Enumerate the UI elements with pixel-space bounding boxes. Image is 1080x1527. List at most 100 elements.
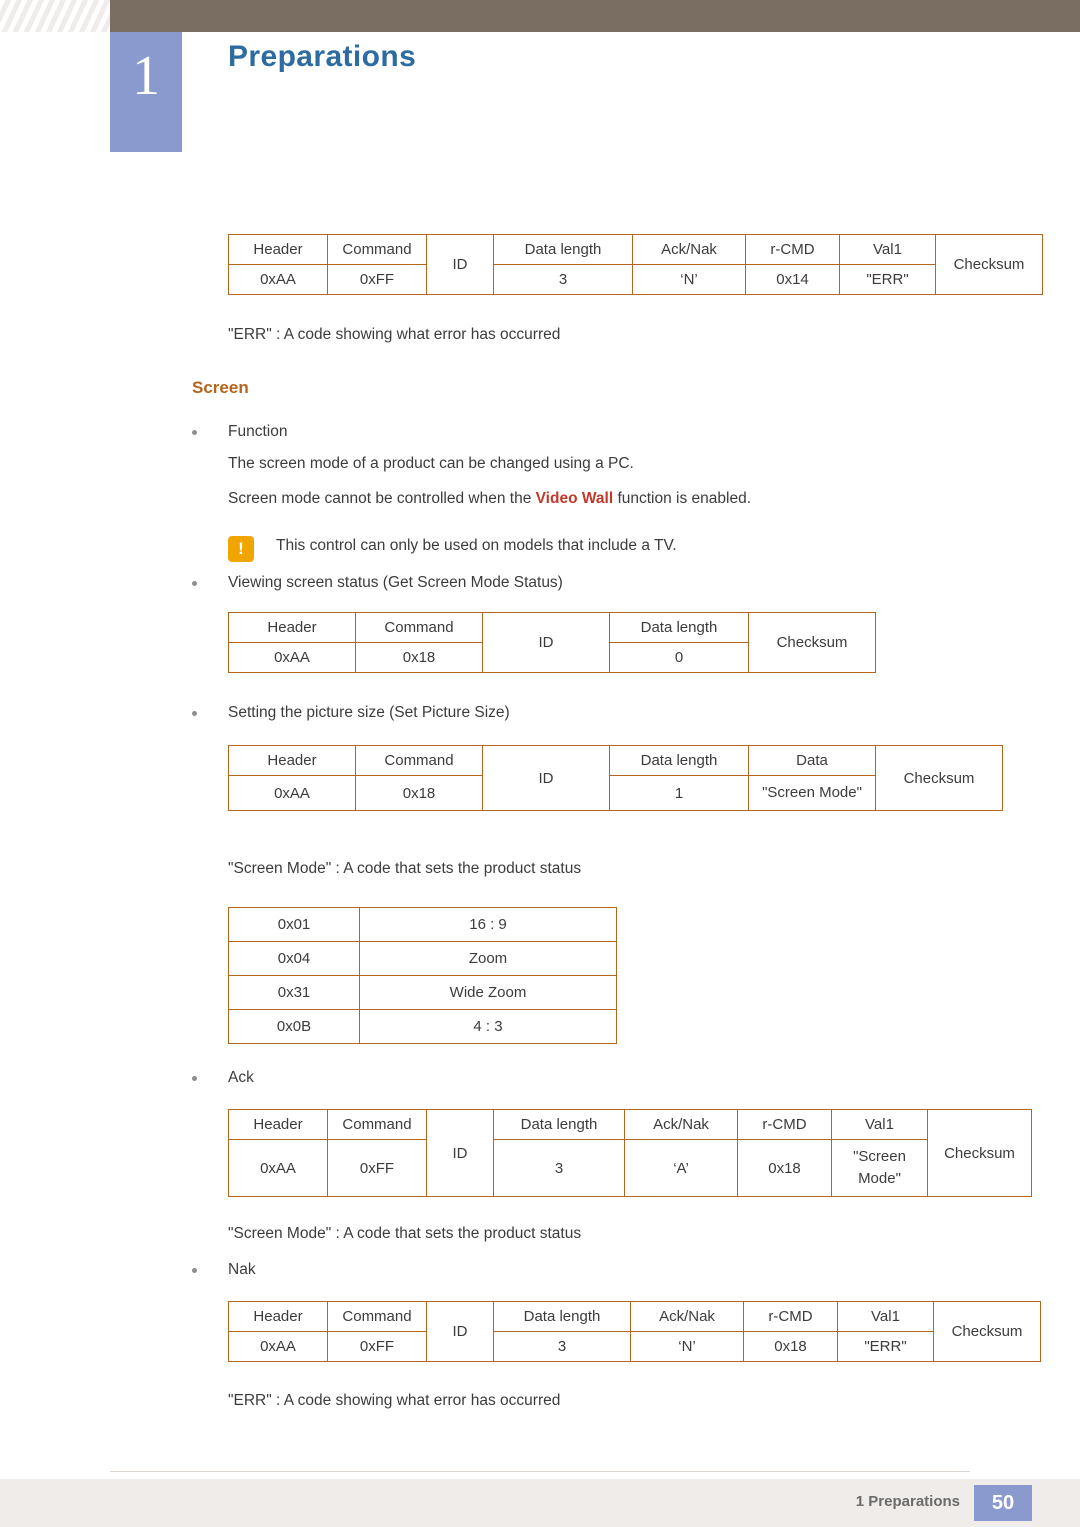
table-row: 0xAA 0xFF 3 ‘N’ 0x14 "ERR" [228,264,1043,295]
cell-code: 0x31 [228,975,360,1010]
cell-value-rcmd: 0x18 [743,1331,838,1362]
table-row: 0x04 Zoom [228,941,617,976]
screen-mode-note-2: "Screen Mode" : A code that sets the pro… [228,1225,582,1242]
err-note-bottom: "ERR" : A code showing what error has oc… [228,1392,561,1409]
function-line-2-pre: Screen mode cannot be controlled when th… [228,490,536,507]
table-row: Header Command ID Data length Ack/Nak r-… [228,1301,1041,1362]
cell-header-id: ID [426,234,494,295]
table-ack: Header Command ID Data length Ack/Nak r-… [228,1109,1032,1197]
cell-value-header: 0xAA [228,264,328,295]
cell-value-val1: "ERR" [839,264,936,295]
cell-value-header: 0xAA [228,642,356,673]
cell-header-acknak: Ack/Nak [632,234,746,265]
screen-mode-note-1: "Screen Mode" : A code that sets the pro… [228,860,582,877]
cell-value-command: 0x18 [355,642,483,673]
header-hatch-decoration [0,0,110,32]
cell-header-datalength: Data length [609,612,749,643]
cell-value-datalength: 0 [609,642,749,673]
bullet-nak [192,1268,197,1273]
cell-header-val1: Val1 [831,1109,928,1140]
cell-header-command: Command [327,1301,427,1332]
header-band [0,0,1080,32]
cell-label: 4 : 3 [359,1009,617,1044]
cell-header-command: Command [355,745,483,776]
cell-header-header: Header [228,745,356,776]
footer-label: 1 Preparations [855,1493,960,1510]
cell-header-header: Header [228,612,356,643]
cell-header-acknak: Ack/Nak [624,1109,738,1140]
table-row: Header Command ID Data length Data Check… [228,745,1003,811]
table-row: 0x01 16 : 9 [228,907,617,942]
note-text: This control can only be used on models … [276,537,677,554]
table-row: Header Command ID Data length Checksum [228,612,876,673]
setting-label: Setting the picture size (Set Picture Si… [228,704,510,721]
table-screen-mode-codes: 0x01 16 : 9 0x04 Zoom 0x31 Wide Zoom 0x0… [228,907,617,1044]
page-title: Preparations [228,40,417,73]
table-set-picture-size: Header Command ID Data length Data Check… [228,745,1003,811]
chapter-number: 1 [132,45,160,107]
warning-icon: ! [228,536,254,562]
cell-header-datalength: Data length [493,234,633,265]
table-row: 0xAA 0xFF 3 ‘A’ 0x18 "Screen Mode" [228,1139,1032,1197]
cell-header-id: ID [482,745,610,811]
cell-header-datalength: Data length [493,1301,631,1332]
cell-value-val1: "ERR" [837,1331,934,1362]
cell-header-checksum: Checksum [927,1109,1032,1197]
cell-value-command: 0x18 [355,775,483,811]
cell-value-datalength: 1 [609,775,749,811]
cell-value-acknak: ‘A’ [624,1139,738,1197]
cell-label: 16 : 9 [359,907,617,942]
video-wall-term: Video Wall [535,490,614,507]
cell-value-rcmd: 0x18 [737,1139,832,1197]
cell-value-data: "Screen Mode" [748,775,876,811]
function-label: Function [228,423,288,440]
cell-header-datalength: Data length [609,745,749,776]
cell-header-checksum: Checksum [935,234,1043,295]
table-row: 0xAA 0xFF 3 ‘N’ 0x18 "ERR" [228,1331,1041,1362]
cell-header-command: Command [327,1109,427,1140]
cell-header-command: Command [327,234,427,265]
bullet-function [192,430,197,435]
cell-header-checksum: Checksum [748,612,876,673]
cell-label: Zoom [359,941,617,976]
table-row: 0x31 Wide Zoom [228,975,617,1010]
cell-header-val1: Val1 [839,234,936,265]
bullet-ack [192,1076,197,1081]
cell-header-id: ID [426,1301,494,1362]
cell-value-datalength: 3 [493,1331,631,1362]
function-line-2: Screen mode cannot be controlled when th… [228,490,751,508]
footer-hatch-decoration [0,1479,110,1527]
cell-header-checksum: Checksum [875,745,1003,811]
ack-label: Ack [228,1069,254,1086]
cell-value-header: 0xAA [228,1331,328,1362]
cell-value-command: 0xFF [327,1331,427,1362]
table-row: 0x0B 4 : 3 [228,1009,617,1044]
cell-header-command: Command [355,612,483,643]
cell-header-acknak: Ack/Nak [630,1301,744,1332]
cell-header-id: ID [426,1109,494,1197]
cell-value-command: 0xFF [327,1139,427,1197]
cell-code: 0x04 [228,941,360,976]
viewing-label: Viewing screen status (Get Screen Mode S… [228,574,563,591]
table-nak-bottom: Header Command ID Data length Ack/Nak r-… [228,1301,1041,1362]
cell-header-header: Header [228,1109,328,1140]
cell-header-rcmd: r-CMD [745,234,840,265]
cell-header-data: Data [748,745,876,776]
cell-value-acknak: ‘N’ [630,1331,744,1362]
cell-value-command: 0xFF [327,264,427,295]
err-note-top: "ERR" : A code showing what error has oc… [228,326,561,343]
function-line-1: The screen mode of a product can be chan… [228,455,634,472]
cell-label: Wide Zoom [359,975,617,1010]
nak-label: Nak [228,1261,256,1278]
cell-header-checksum: Checksum [933,1301,1041,1362]
table-nak-top: Header Command ID Data length Ack/Nak r-… [228,234,1043,295]
page-number: 50 [974,1485,1032,1521]
cell-value-header: 0xAA [228,1139,328,1197]
table-row: Header Command ID Data length Ack/Nak r-… [228,234,1043,295]
cell-code: 0x01 [228,907,360,942]
cell-value-acknak: ‘N’ [632,264,746,295]
cell-value-datalength: 3 [493,264,633,295]
cell-value-val1: "Screen Mode" [831,1139,928,1197]
cell-code: 0x0B [228,1009,360,1044]
cell-header-datalength: Data length [493,1109,625,1140]
